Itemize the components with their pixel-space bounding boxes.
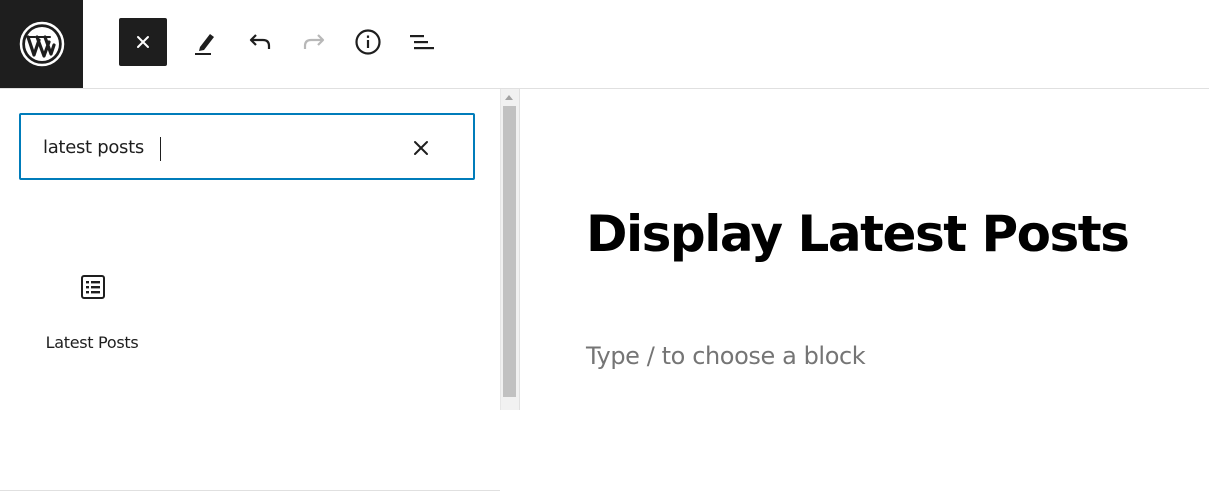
redo-icon (303, 34, 325, 49)
info-icon (355, 29, 381, 55)
editor-canvas: Display Latest Posts Type / to choose a … (520, 89, 1209, 410)
scrollbar-thumb[interactable] (503, 106, 516, 397)
scroll-up-arrow[interactable] (505, 95, 513, 100)
list-view-button[interactable] (398, 18, 446, 66)
close-icon (414, 141, 428, 155)
undo-icon (249, 34, 271, 49)
text-cursor (160, 137, 161, 161)
block-result-latest-posts[interactable]: Latest Posts (33, 264, 153, 364)
list-view-icon (410, 35, 434, 50)
post-list-icon (80, 274, 106, 300)
top-toolbar (0, 0, 1209, 89)
redo-button[interactable] (290, 18, 338, 66)
block-inserter-panel: Latest Posts (0, 89, 500, 491)
block-appender-placeholder[interactable]: Type / to choose a block (586, 342, 866, 370)
pencil-icon (195, 34, 214, 55)
close-icon (137, 36, 149, 48)
block-result-label: Latest Posts (45, 333, 139, 352)
block-search-input[interactable] (43, 133, 403, 161)
close-inserter-button[interactable] (119, 18, 167, 66)
undo-button[interactable] (236, 18, 284, 66)
details-button[interactable] (344, 18, 392, 66)
wordpress-icon (19, 21, 64, 67)
wordpress-logo-button[interactable] (0, 0, 83, 88)
clear-search-button[interactable] (406, 133, 436, 163)
block-search-box (19, 113, 475, 180)
post-title[interactable]: Display Latest Posts (586, 209, 1130, 259)
tools-button[interactable] (181, 18, 229, 66)
